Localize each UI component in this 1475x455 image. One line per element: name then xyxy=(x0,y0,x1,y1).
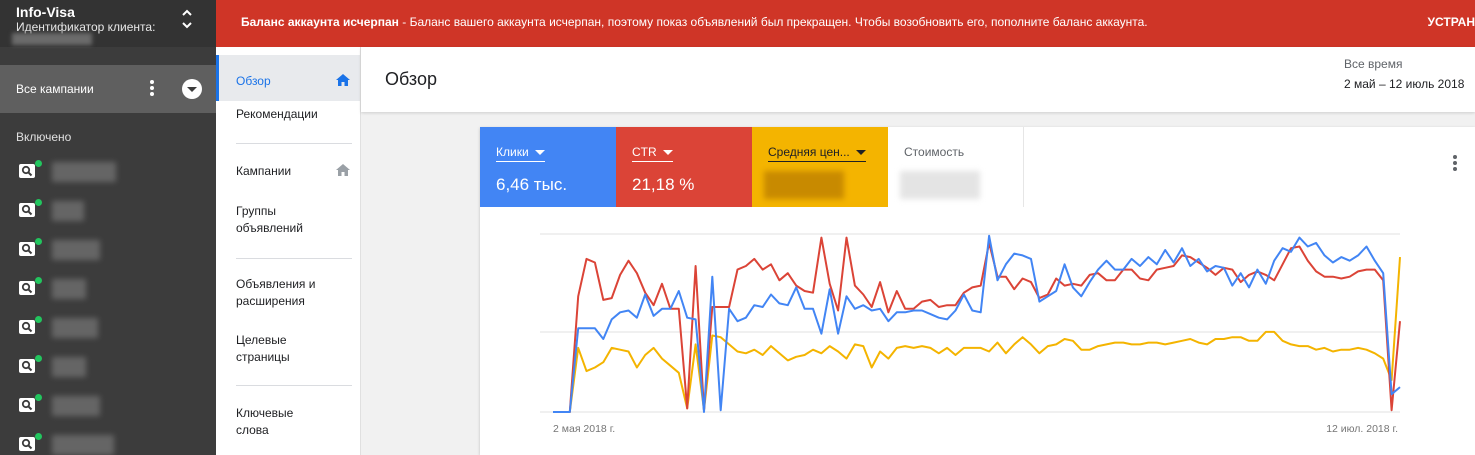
metric-ctr[interactable]: CTR 21,18 % xyxy=(616,127,752,207)
nav-item-overview[interactable]: Обзор xyxy=(216,55,360,101)
alert-banner: Баланс аккаунта исчерпан - Баланс вашего… xyxy=(216,0,1475,47)
metric-cost[interactable]: Стоимость xyxy=(888,127,1024,207)
account-sidebar: Info-Visa Идентификатор клиента: Все кам… xyxy=(0,0,216,455)
campaign-name-redacted xyxy=(52,162,116,182)
all-campaigns-label: Все кампании xyxy=(16,82,94,96)
expand-circle-icon[interactable] xyxy=(182,79,202,99)
metric-value-redacted xyxy=(764,171,844,199)
search-icon xyxy=(19,164,35,178)
metric-label: Клики xyxy=(496,145,529,159)
performance-card: Клики 6,46 тыс. CTR 21,18 % Средняя цен.… xyxy=(480,127,1475,455)
campaign-item[interactable] xyxy=(0,269,216,308)
page-header: Обзор Все время 2 май – 12 июль 2018 xyxy=(361,47,1475,112)
more-vert-icon[interactable] xyxy=(1453,155,1457,173)
chart-gridlines xyxy=(540,233,1400,413)
campaign-item[interactable] xyxy=(0,152,216,191)
chart-series xyxy=(553,234,1401,413)
metric-avg-cpc[interactable]: Средняя цен... xyxy=(752,127,888,207)
home-icon xyxy=(336,74,350,91)
campaign-name-redacted xyxy=(52,318,98,338)
search-icon xyxy=(19,398,35,412)
status-enabled-dot xyxy=(35,355,42,362)
enabled-section-label: Включено xyxy=(16,130,72,144)
metric-label: Средняя цен... xyxy=(768,145,850,159)
alert-title: Баланс аккаунта исчерпан xyxy=(241,15,399,29)
app-root: Info-Visa Идентификатор клиента: Все кам… xyxy=(0,0,1475,455)
nav-item-label: Обзор xyxy=(236,74,271,88)
nav-item-landing-pages[interactable]: Целевые страницы xyxy=(216,332,326,366)
campaign-item[interactable] xyxy=(0,308,216,347)
status-enabled-dot xyxy=(35,199,42,206)
search-icon xyxy=(19,320,35,334)
caret-down-icon xyxy=(855,150,866,156)
nav-item-recommendations[interactable]: Рекомендации xyxy=(216,106,360,123)
nav-divider xyxy=(236,143,352,144)
campaign-item[interactable] xyxy=(0,425,216,455)
page-title: Обзор xyxy=(385,69,437,89)
search-icon xyxy=(19,203,35,217)
search-icon xyxy=(19,242,35,256)
campaign-item[interactable] xyxy=(0,230,216,269)
nav-item-campaigns[interactable]: Кампании xyxy=(216,163,360,180)
caret-down-icon xyxy=(662,150,673,156)
date-range-label: Все время xyxy=(1344,57,1403,71)
more-vert-icon[interactable] xyxy=(146,79,158,99)
search-icon xyxy=(19,359,35,373)
campaign-name-redacted xyxy=(52,201,84,221)
home-icon xyxy=(336,164,350,181)
caret-down-icon xyxy=(534,150,545,156)
x-start-label: 2 мая 2018 г. xyxy=(553,423,615,435)
search-icon xyxy=(19,437,35,451)
metric-value: 6,46 тыс. xyxy=(496,175,568,194)
campaign-item[interactable] xyxy=(0,347,216,386)
alert-message: - Баланс вашего аккаунта исчерпан, поэто… xyxy=(398,15,1148,29)
metric-clicks[interactable]: Клики 6,46 тыс. xyxy=(480,127,616,207)
alert-text: Баланс аккаунта исчерпан - Баланс вашего… xyxy=(241,15,1148,29)
account-name: Info-Visa xyxy=(16,4,75,20)
account-id-redacted xyxy=(12,33,92,45)
status-enabled-dot xyxy=(35,238,42,245)
metric-dropdown[interactable]: Клики xyxy=(496,145,545,162)
alert-fix-button[interactable]: УСТРАН xyxy=(1428,15,1475,29)
status-enabled-dot xyxy=(35,394,42,401)
nav-item-ad-groups[interactable]: Группы объявлений xyxy=(216,203,326,237)
performance-chart: 2 мая 2018 г. 12 июл. 2018 г. xyxy=(540,233,1401,435)
metric-label: Стоимость xyxy=(904,145,965,159)
search-icon xyxy=(19,281,35,295)
nav-divider xyxy=(236,385,352,386)
status-enabled-dot xyxy=(35,160,42,167)
metric-dropdown[interactable]: Средняя цен... xyxy=(768,145,866,162)
metric-value: 21,18 % xyxy=(632,175,695,194)
metric-label: CTR xyxy=(632,145,657,159)
campaign-name-redacted xyxy=(52,396,100,416)
status-enabled-dot xyxy=(35,277,42,284)
nav-divider xyxy=(236,258,352,259)
status-enabled-dot xyxy=(35,433,42,440)
account-id-label: Идентификатор клиента: xyxy=(16,20,156,34)
campaign-name-redacted xyxy=(52,435,114,455)
nav-item-keywords[interactable]: Ключевые слова xyxy=(216,405,326,439)
account-switcher[interactable]: Info-Visa Идентификатор клиента: xyxy=(0,0,216,47)
campaign-item[interactable] xyxy=(0,191,216,230)
campaign-name-redacted xyxy=(52,240,100,260)
status-enabled-dot xyxy=(35,316,42,323)
campaign-name-redacted xyxy=(52,357,86,377)
metric-value-redacted xyxy=(900,171,980,199)
campaign-name-redacted xyxy=(52,279,86,299)
unfold-icon[interactable] xyxy=(180,6,194,32)
nav-item-label: Кампании xyxy=(236,164,292,178)
nav-item-ads[interactable]: Объявления и расширения xyxy=(216,276,326,310)
x-end-label: 12 июл. 2018 г. xyxy=(1326,423,1398,435)
page-nav: Обзор Рекомендации Кампании Группы объяв… xyxy=(216,47,361,455)
campaign-item[interactable] xyxy=(0,386,216,425)
date-range-picker[interactable]: 2 май – 12 июль 2018 xyxy=(1344,77,1464,91)
metric-dropdown[interactable]: CTR xyxy=(632,145,673,162)
